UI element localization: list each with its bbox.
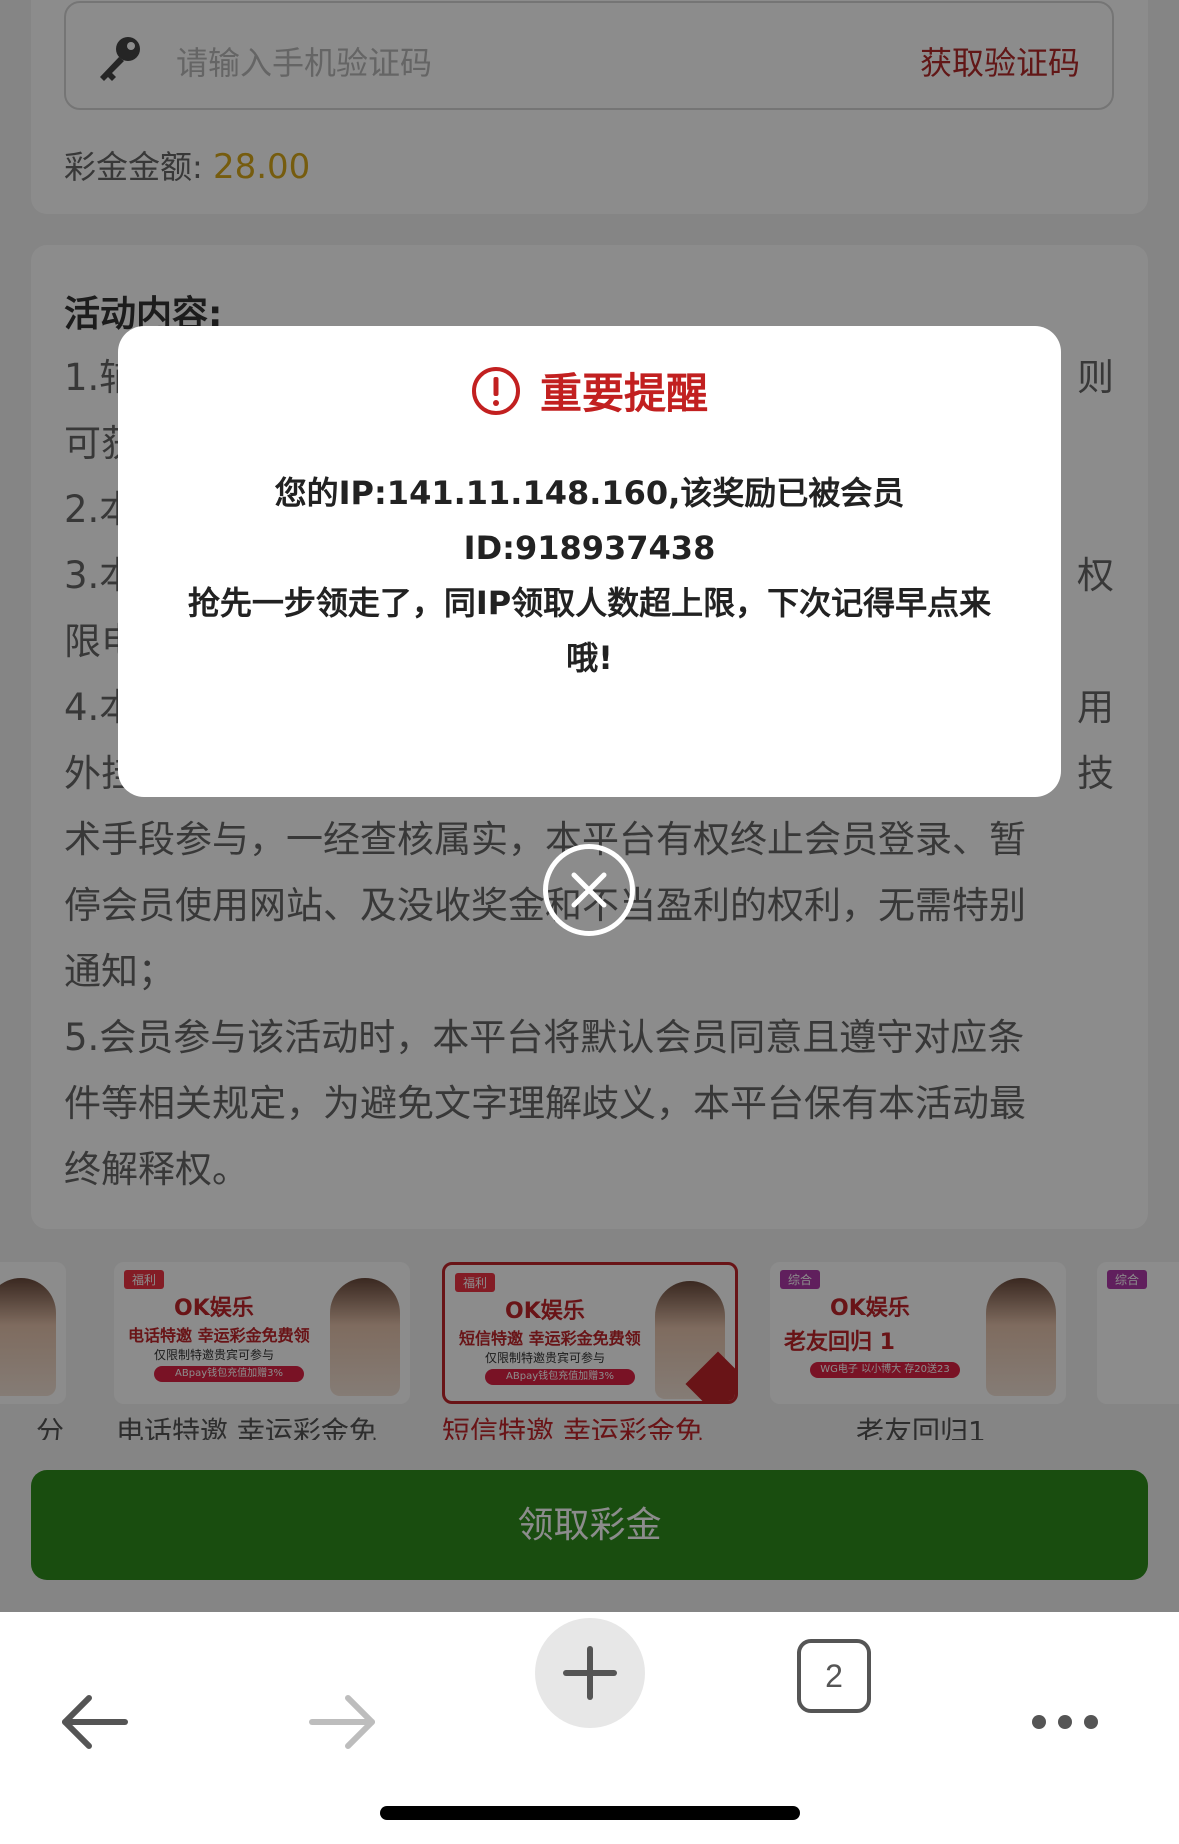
tabs-button[interactable]: 2 [797, 1639, 871, 1713]
dialog-message-line: 您的IP:141.11.148.160,该奖励已被会员ID:918937438 [274, 474, 905, 567]
modal-overlay[interactable] [0, 0, 1179, 1612]
dialog-message-line: 哦! [566, 639, 613, 677]
important-notice-dialog: 重要提醒 您的IP:141.11.148.160,该奖励已被会员ID:91893… [118, 326, 1061, 797]
forward-button[interactable] [297, 1672, 387, 1772]
plus-icon [563, 1646, 617, 1700]
dialog-title: 重要提醒 [540, 369, 709, 418]
dialog-header: 重要提醒 [118, 360, 1061, 421]
arrow-right-icon [309, 1695, 375, 1749]
dialog-message: 您的IP:141.11.148.160,该奖励已被会员ID:918937438 … [158, 466, 1021, 686]
close-dialog-button[interactable] [543, 844, 635, 936]
arrow-left-icon [62, 1695, 128, 1749]
close-icon [571, 872, 607, 908]
back-button[interactable] [50, 1672, 140, 1772]
new-tab-button[interactable] [535, 1618, 645, 1728]
dialog-message-line: 抢先一步领走了，同IP领取人数超上限，下次记得早点来 [187, 584, 992, 622]
more-button[interactable] [1020, 1672, 1110, 1772]
alert-circle-icon [471, 366, 520, 415]
tab-count: 2 [825, 1657, 843, 1694]
more-dots-icon [1032, 1715, 1098, 1729]
home-indicator[interactable] [380, 1806, 800, 1820]
